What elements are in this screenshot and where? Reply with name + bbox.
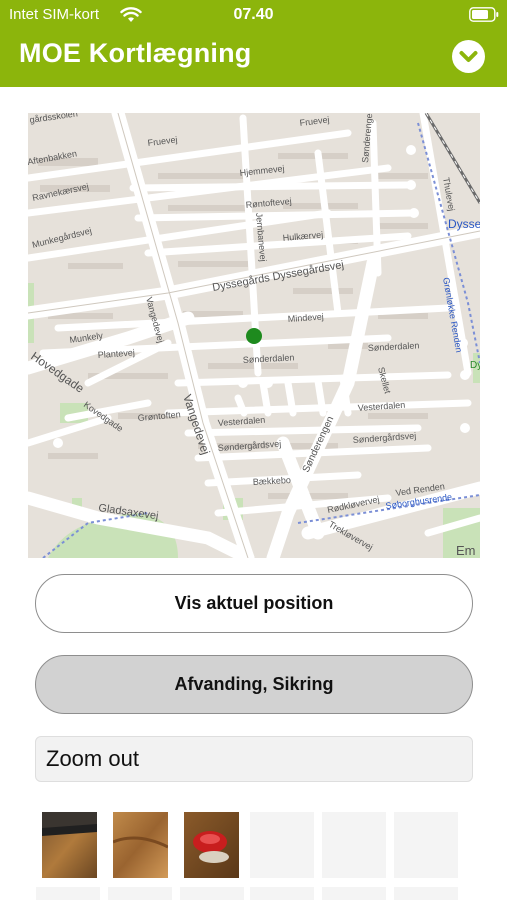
category-button[interactable]: Afvanding, Sikring [35,655,473,714]
photo-slot-empty[interactable] [394,887,458,900]
photo-slot-empty[interactable] [108,887,172,900]
photo-grid [36,812,468,900]
photo-slot-empty[interactable] [322,887,386,900]
status-bar: Intet SIM-kort 07.40 [0,0,507,30]
photo-slot-empty[interactable] [394,812,458,878]
photo-slot-empty[interactable] [36,887,100,900]
map-label: Dysse [448,217,480,231]
location-marker [246,328,262,344]
menu-toggle-button[interactable] [452,40,485,73]
show-position-button[interactable]: Vis aktuel position [35,574,473,633]
map-label: Dy [470,360,480,371]
photo-slot-empty[interactable] [250,887,314,900]
photo-slot-empty[interactable] [322,812,386,878]
photo-thumbnail[interactable] [42,812,97,878]
photo-slot-empty[interactable] [180,887,244,900]
photo-slot-empty[interactable] [250,812,314,878]
photo-thumbnail[interactable] [113,812,168,878]
clock: 07.40 [233,6,274,23]
page-title: MOE Kortlægning [19,38,252,68]
zoom-field[interactable]: Zoom out [35,736,473,782]
battery-icon [469,7,499,22]
chevron-down-icon [459,51,478,62]
map-label: Em [456,543,476,558]
map-label: Bækkebo [253,475,292,487]
photo-thumbnail[interactable] [184,812,239,878]
map-view[interactable]: gårdsskolen Fruevej Fruevej Aftenbakken … [28,113,480,558]
app-header: MOE Kortlægning [0,30,507,87]
